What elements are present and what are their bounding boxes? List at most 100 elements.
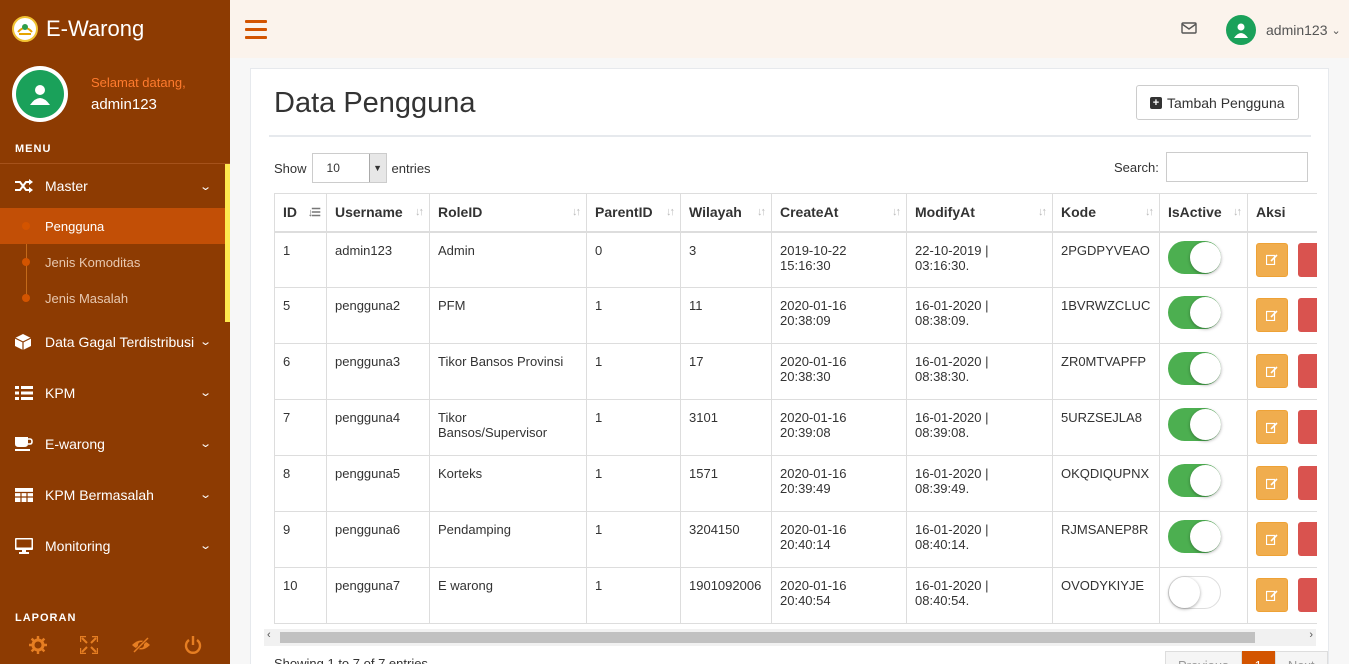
edit-button[interactable]: [1256, 410, 1288, 444]
cell-wilayah: 3101: [680, 399, 772, 456]
edit-button[interactable]: [1256, 578, 1288, 612]
cell-aksi: [1247, 287, 1317, 344]
brand[interactable]: E-Warong: [0, 0, 230, 58]
sidebar-item-label: KPM: [45, 384, 76, 401]
cell-aksi: [1247, 343, 1317, 400]
cell-kode: RJMSANEP8R: [1052, 511, 1160, 568]
sidebar-item-master[interactable]: Master ⌄: [0, 164, 230, 208]
content-panel: Data Pengguna + Tambah Pengguna Show 10 …: [250, 68, 1329, 664]
cell-modifyat: 16-01-2020 | 08:40:54.: [906, 567, 1053, 624]
active-toggle[interactable]: [1168, 296, 1221, 329]
users-table-wrapper: ID ↓☰ Username ↓↑ RoleID ↓↑ ParentID ↓↑ Wila…: [274, 193, 1317, 625]
edit-button[interactable]: [1256, 466, 1288, 500]
pagination: Previous 1 Next: [1165, 651, 1328, 664]
sidebar-item-label: Data Gagal Terdistribusi: [45, 333, 195, 350]
sort-icon: ↓↑: [892, 206, 901, 218]
delete-button[interactable]: [1297, 354, 1317, 388]
pagination-next[interactable]: Next: [1274, 651, 1328, 664]
menu-title: MENU: [0, 130, 230, 164]
column-header-createat[interactable]: CreateAt ↓↑: [771, 193, 907, 233]
edit-button[interactable]: [1256, 522, 1288, 556]
edit-button[interactable]: [1256, 354, 1288, 388]
active-toggle[interactable]: [1168, 520, 1221, 553]
cell-createat: 2020-01-16 20:40:14: [771, 511, 907, 568]
profile-name: admin123: [91, 96, 157, 113]
page-title: Data Pengguna: [274, 87, 476, 119]
cell-username: pengguna4: [326, 399, 430, 456]
delete-button[interactable]: [1297, 522, 1317, 556]
table-row: 6 pengguna3 Tikor Bansos Provinsi 1 17 2020-0…: [274, 343, 1317, 400]
eye-slash-icon[interactable]: [131, 636, 151, 659]
delete-button[interactable]: [1297, 466, 1317, 500]
cell-kode: OKQDIQUPNX: [1052, 455, 1160, 512]
cell-isactive: [1159, 231, 1248, 288]
show-label: Show: [274, 160, 307, 176]
cell-id: 5: [274, 287, 327, 344]
delete-button[interactable]: [1297, 298, 1317, 332]
cell-id: 9: [274, 511, 327, 568]
cell-createat: 2020-01-16 20:38:09: [771, 287, 907, 344]
power-icon[interactable]: [184, 636, 202, 659]
cell-kode: 5URZSEJLA8: [1052, 399, 1160, 456]
column-header-roleid[interactable]: RoleID ↓↑: [429, 193, 587, 233]
menu-toggle-icon[interactable]: [245, 20, 267, 44]
table-info: Showing 1 to 7 of 7 entries: [274, 656, 428, 664]
edit-button[interactable]: [1256, 298, 1288, 332]
sidebar-item-data-gagal[interactable]: Data Gagal Terdistribusi ⌄: [0, 316, 230, 367]
cell-modifyat: 16-01-2020 | 08:39:49.: [906, 455, 1053, 512]
cell-wilayah: 17: [680, 343, 772, 400]
cell-kode: OVODYKIYJE: [1052, 567, 1160, 624]
sidebar-subitem-jenis-masalah[interactable]: Jenis Masalah: [0, 280, 230, 316]
cell-isactive: [1159, 511, 1248, 568]
welcome-text: Selamat datang,: [91, 75, 186, 90]
column-header-isactive[interactable]: IsActive ↓↑: [1159, 193, 1248, 233]
sidebar-item-kpm-bermasalah[interactable]: KPM Bermasalah ⌄: [0, 469, 230, 520]
cell-roleid: Korteks: [429, 455, 587, 512]
cell-username: admin123: [326, 231, 430, 288]
pagination-previous[interactable]: Previous: [1165, 651, 1242, 664]
entries-select[interactable]: 10 ▼: [311, 153, 387, 183]
table-body: 1 admin123 Admin 0 3 2019-10-22 15:16:30 22-10…: [274, 231, 1317, 624]
gear-icon[interactable]: [28, 636, 47, 659]
cell-id: 10: [274, 567, 327, 624]
column-header-kode[interactable]: Kode ↓↑: [1052, 193, 1160, 233]
edit-button[interactable]: [1256, 242, 1288, 277]
column-header-parentid[interactable]: ParentID ↓↑: [586, 193, 681, 233]
entries-value: 10: [326, 161, 340, 175]
cell-modifyat: 16-01-2020 | 08:38:30.: [906, 343, 1053, 400]
search-input[interactable]: [1165, 152, 1308, 182]
cell-modifyat: 16-01-2020 | 08:39:08.: [906, 399, 1053, 456]
cell-isactive: [1159, 567, 1248, 624]
horizontal-scrollbar[interactable]: ‹ ›: [264, 629, 1316, 646]
delete-button[interactable]: [1297, 578, 1317, 612]
user-menu[interactable]: admin123 ⌄: [1226, 15, 1341, 45]
active-toggle[interactable]: [1168, 464, 1221, 497]
column-header-id[interactable]: ID ↓☰: [274, 193, 327, 233]
cell-roleid: Tikor Bansos/Supervisor: [429, 399, 587, 456]
sort-icon: ↓↑: [666, 206, 675, 218]
add-user-button[interactable]: + Tambah Pengguna: [1136, 85, 1299, 120]
active-toggle[interactable]: [1168, 352, 1221, 385]
fullscreen-icon[interactable]: [78, 634, 99, 659]
scrollbar-thumb[interactable]: [280, 632, 1255, 643]
scroll-left-icon[interactable]: ‹: [267, 629, 271, 641]
sidebar-subitem-jenis-komoditas[interactable]: Jenis Komoditas: [0, 244, 230, 280]
delete-button[interactable]: [1297, 410, 1317, 444]
active-toggle[interactable]: [1168, 576, 1221, 609]
mail-icon[interactable]: [1181, 21, 1197, 40]
sidebar-item-monitoring[interactable]: Monitoring ⌄: [0, 520, 230, 571]
scroll-right-icon[interactable]: ›: [1309, 629, 1313, 641]
column-header-modifyat[interactable]: ModifyAt ↓↑: [906, 193, 1053, 233]
table-row: 1 admin123 Admin 0 3 2019-10-22 15:16:30 22-10…: [274, 231, 1317, 288]
column-header-username[interactable]: Username ↓↑: [326, 193, 430, 233]
delete-button[interactable]: [1297, 242, 1317, 277]
toggle-knob: [1190, 465, 1221, 496]
column-header-wilayah[interactable]: Wilayah ↓↑: [680, 193, 772, 233]
sidebar-subitem-pengguna[interactable]: Pengguna: [0, 208, 230, 244]
sidebar-item-kpm[interactable]: KPM ⌄: [0, 367, 230, 418]
active-toggle[interactable]: [1168, 408, 1221, 441]
entries-length: Show 10 ▼ entries: [274, 153, 431, 183]
sidebar-item-e-warong[interactable]: E-warong ⌄: [0, 418, 230, 469]
active-toggle[interactable]: [1168, 240, 1221, 274]
pagination-page[interactable]: 1: [1241, 651, 1275, 664]
